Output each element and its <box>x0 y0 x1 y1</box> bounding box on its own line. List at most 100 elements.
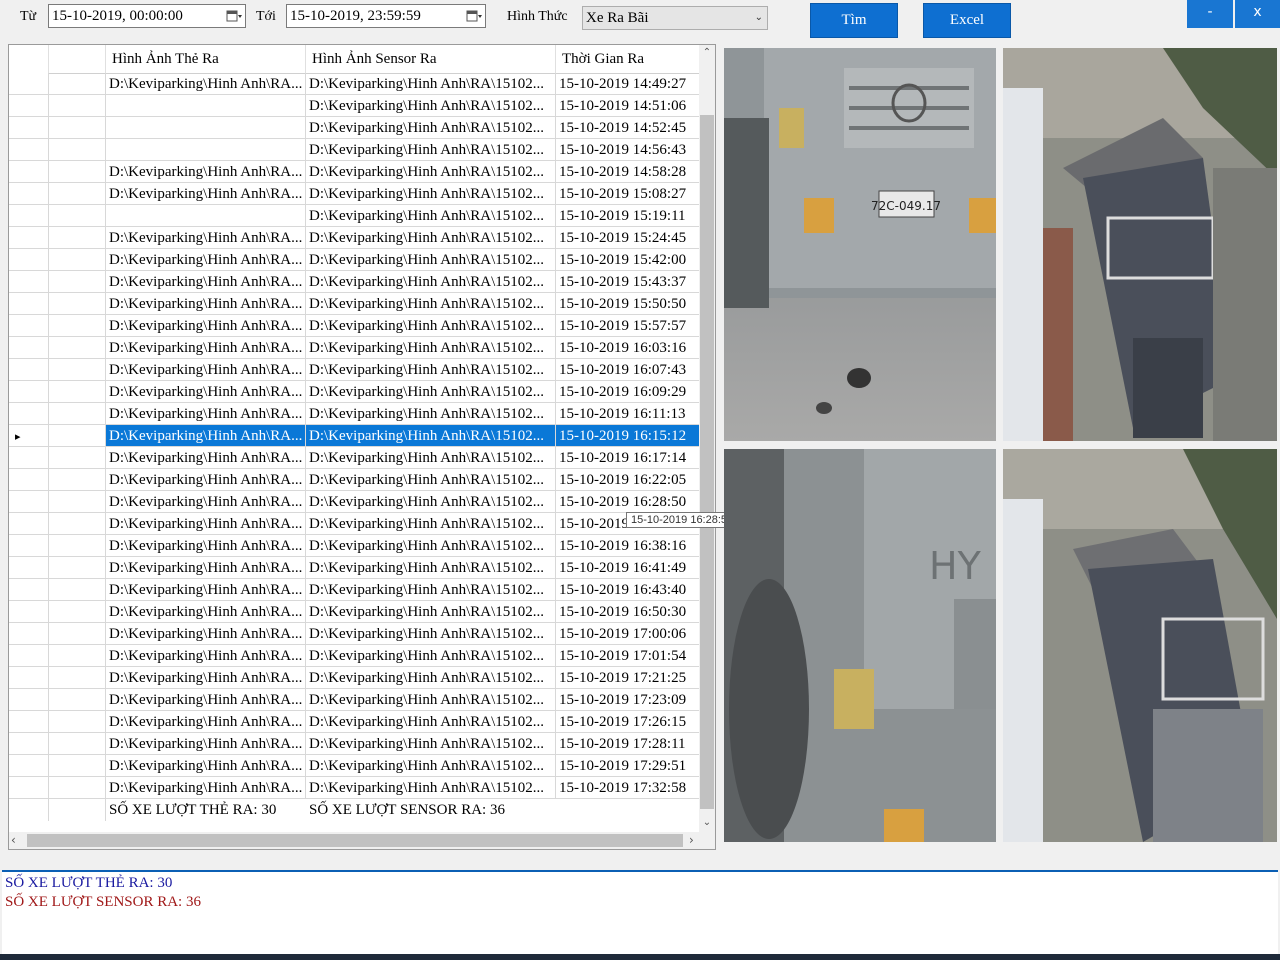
exit-time-cell[interactable]: 15-10-2019 16:43:40 <box>556 579 701 601</box>
exit-time-cell[interactable]: 15-10-2019 15:19:11 <box>556 205 701 227</box>
card-image-path-cell[interactable]: D:\Keviparking\Hinh Anh\RA... <box>106 601 306 623</box>
table-row[interactable]: D:\Keviparking\Hinh Anh\RA... D:\Kevipark… <box>9 73 701 95</box>
sensor-image-path-cell[interactable]: D:\Keviparking\Hinh Anh\RA\15102... <box>306 359 556 381</box>
table-row[interactable]: D:\Keviparking\Hinh Anh\RA... D:\Kevipark… <box>9 161 701 183</box>
card-image-path-cell[interactable]: D:\Keviparking\Hinh Anh\RA... <box>106 623 306 645</box>
row-header-cell[interactable] <box>9 777 49 799</box>
sensor-image-path-cell[interactable]: D:\Keviparking\Hinh Anh\RA\15102... <box>306 315 556 337</box>
table-row[interactable]: D:\Keviparking\Hinh Anh\RA\15102... 15-10… <box>9 95 701 117</box>
row-header-cell[interactable] <box>9 513 49 535</box>
row-header-cell[interactable] <box>9 623 49 645</box>
card-image-path-cell[interactable]: D:\Keviparking\Hinh Anh\RA... <box>106 249 306 271</box>
table-row[interactable]: D:\Keviparking\Hinh Anh\RA... D:\Kevipark… <box>9 513 701 535</box>
scroll-right-icon[interactable]: › <box>689 832 694 849</box>
search-button[interactable]: Tìm <box>810 3 898 38</box>
sensor-image-path-cell[interactable]: D:\Keviparking\Hinh Anh\RA\15102... <box>306 337 556 359</box>
table-row[interactable]: D:\Keviparking\Hinh Anh\RA... D:\Kevipark… <box>9 381 701 403</box>
sensor-image-path-cell[interactable]: D:\Keviparking\Hinh Anh\RA\15102... <box>306 447 556 469</box>
sensor-image-path-cell[interactable]: D:\Keviparking\Hinh Anh\RA\15102... <box>306 293 556 315</box>
sensor-image-path-cell[interactable]: D:\Keviparking\Hinh Anh\RA\15102... <box>306 777 556 799</box>
exit-time-cell[interactable]: 15-10-2019 17:26:15 <box>556 711 701 733</box>
scroll-down-icon[interactable]: ⌄ <box>699 815 715 831</box>
card-image-path-cell[interactable]: D:\Keviparking\Hinh Anh\RA... <box>106 425 306 447</box>
sensor-image-path-cell[interactable]: D:\Keviparking\Hinh Anh\RA\15102... <box>306 491 556 513</box>
card-image-path-cell[interactable] <box>106 117 306 139</box>
card-image-path-cell[interactable]: D:\Keviparking\Hinh Anh\RA... <box>106 359 306 381</box>
sensor-image-path-cell[interactable]: D:\Keviparking\Hinh Anh\RA\15102... <box>306 469 556 491</box>
card-image-path-cell[interactable] <box>106 95 306 117</box>
exit-time-cell[interactable]: 15-10-2019 14:51:06 <box>556 95 701 117</box>
exit-time-cell[interactable]: 15-10-2019 17:01:54 <box>556 645 701 667</box>
card-image-path-cell[interactable]: D:\Keviparking\Hinh Anh\RA... <box>106 755 306 777</box>
sensor-image-path-cell[interactable]: D:\Keviparking\Hinh Anh\RA\15102... <box>306 623 556 645</box>
card-image-path-cell[interactable]: D:\Keviparking\Hinh Anh\RA... <box>106 579 306 601</box>
exit-time-cell[interactable]: 15-10-2019 17:28:11 <box>556 733 701 755</box>
table-row[interactable]: D:\Keviparking\Hinh Anh\RA... D:\Kevipark… <box>9 491 701 513</box>
sensor-image-path-cell[interactable]: D:\Keviparking\Hinh Anh\RA\15102... <box>306 601 556 623</box>
table-row[interactable]: D:\Keviparking\Hinh Anh\RA... D:\Kevipark… <box>9 469 701 491</box>
exit-time-cell[interactable]: 15-10-2019 17:29:51 <box>556 755 701 777</box>
table-row[interactable]: D:\Keviparking\Hinh Anh\RA... D:\Kevipark… <box>9 447 701 469</box>
row-header-cell[interactable] <box>9 755 49 777</box>
row-header-cell[interactable] <box>9 535 49 557</box>
row-header-cell[interactable] <box>9 183 49 205</box>
exit-records-grid[interactable]: Hình Ảnh Thẻ Ra Hình Ảnh Sensor Ra Thời … <box>8 44 716 850</box>
card-image-path-cell[interactable] <box>106 139 306 161</box>
table-row[interactable]: ▸ D:\Keviparking\Hinh Anh\RA... D:\Kevipar… <box>9 425 701 447</box>
table-row[interactable]: D:\Keviparking\Hinh Anh\RA... D:\Kevipark… <box>9 293 701 315</box>
sensor-image-path-cell[interactable]: D:\Keviparking\Hinh Anh\RA\15102... <box>306 117 556 139</box>
row-header-cell[interactable] <box>9 557 49 579</box>
exit-time-cell[interactable]: 15-10-2019 16:15:12 <box>556 425 701 447</box>
sensor-image-path-cell[interactable]: D:\Keviparking\Hinh Anh\RA\15102... <box>306 161 556 183</box>
mode-select[interactable]: Xe Ra Bãi ⌄ <box>582 6 768 30</box>
table-row[interactable]: D:\Keviparking\Hinh Anh\RA... D:\Kevipark… <box>9 733 701 755</box>
table-row[interactable]: D:\Keviparking\Hinh Anh\RA... D:\Kevipark… <box>9 777 701 799</box>
row-header-cell[interactable] <box>9 271 49 293</box>
exit-time-cell[interactable]: 15-10-2019 14:52:45 <box>556 117 701 139</box>
sensor-image-path-cell[interactable]: D:\Keviparking\Hinh Anh\RA\15102... <box>306 139 556 161</box>
table-row[interactable]: D:\Keviparking\Hinh Anh\RA... D:\Kevipark… <box>9 315 701 337</box>
row-header-cell[interactable] <box>9 711 49 733</box>
exit-time-cell[interactable]: 15-10-2019 15:08:27 <box>556 183 701 205</box>
calendar-dropdown-icon[interactable] <box>466 9 482 23</box>
card-image-path-cell[interactable]: D:\Keviparking\Hinh Anh\RA... <box>106 447 306 469</box>
sensor-image-path-cell[interactable]: D:\Keviparking\Hinh Anh\RA\15102... <box>306 425 556 447</box>
card-image-path-cell[interactable]: D:\Keviparking\Hinh Anh\RA... <box>106 711 306 733</box>
table-row[interactable]: D:\Keviparking\Hinh Anh\RA\15102... 15-10… <box>9 117 701 139</box>
sensor-image-path-cell[interactable]: D:\Keviparking\Hinh Anh\RA\15102... <box>306 381 556 403</box>
exit-time-cell[interactable]: 15-10-2019 14:56:43 <box>556 139 701 161</box>
card-image-path-cell[interactable]: D:\Keviparking\Hinh Anh\RA... <box>106 315 306 337</box>
excel-export-button[interactable]: Excel <box>923 3 1011 38</box>
card-image-path-cell[interactable]: D:\Keviparking\Hinh Anh\RA... <box>106 73 306 95</box>
table-row[interactable]: D:\Keviparking\Hinh Anh\RA... D:\Kevipark… <box>9 227 701 249</box>
table-row[interactable]: D:\Keviparking\Hinh Anh\RA... D:\Kevipark… <box>9 711 701 733</box>
horizontal-scroll-thumb[interactable] <box>27 834 683 847</box>
column-header-exit-time[interactable]: Thời Gian Ra <box>556 45 701 73</box>
to-datetime-picker[interactable]: 15-10-2019, 23:59:59 <box>286 4 486 28</box>
exit-time-cell[interactable]: 15-10-2019 16:17:14 <box>556 447 701 469</box>
close-button[interactable]: x <box>1235 0 1280 28</box>
row-header-cell[interactable] <box>9 491 49 513</box>
row-header-cell[interactable] <box>9 73 49 95</box>
sensor-image-path-cell[interactable]: D:\Keviparking\Hinh Anh\RA\15102... <box>306 733 556 755</box>
row-header-cell[interactable] <box>9 139 49 161</box>
row-header-cell[interactable] <box>9 117 49 139</box>
row-header-cell[interactable] <box>9 403 49 425</box>
column-header-card-image[interactable]: Hình Ảnh Thẻ Ra <box>106 45 306 73</box>
row-header-cell[interactable] <box>9 315 49 337</box>
card-image-path-cell[interactable]: D:\Keviparking\Hinh Anh\RA... <box>106 513 306 535</box>
table-row[interactable]: D:\Keviparking\Hinh Anh\RA... D:\Kevipark… <box>9 557 701 579</box>
table-row[interactable]: D:\Keviparking\Hinh Anh\RA... D:\Kevipark… <box>9 601 701 623</box>
row-header-cell[interactable] <box>9 381 49 403</box>
card-image-path-cell[interactable]: D:\Keviparking\Hinh Anh\RA... <box>106 227 306 249</box>
card-image-path-cell[interactable]: D:\Keviparking\Hinh Anh\RA... <box>106 777 306 799</box>
exit-time-cell[interactable]: 15-10-2019 17:21:25 <box>556 667 701 689</box>
exit-time-cell[interactable]: 15-10-2019 15:43:37 <box>556 271 701 293</box>
vertical-scrollbar[interactable]: ⌃ ⌄ <box>699 45 715 833</box>
table-row[interactable]: D:\Keviparking\Hinh Anh\RA... D:\Kevipark… <box>9 249 701 271</box>
vertical-scroll-thumb[interactable] <box>700 115 714 809</box>
sensor-image-path-cell[interactable]: D:\Keviparking\Hinh Anh\RA\15102... <box>306 183 556 205</box>
exit-time-cell[interactable]: 15-10-2019 16:09:29 <box>556 381 701 403</box>
exit-time-cell[interactable]: 15-10-2019 14:58:28 <box>556 161 701 183</box>
exit-time-cell[interactable]: 15-10-2019 15:50:50 <box>556 293 701 315</box>
